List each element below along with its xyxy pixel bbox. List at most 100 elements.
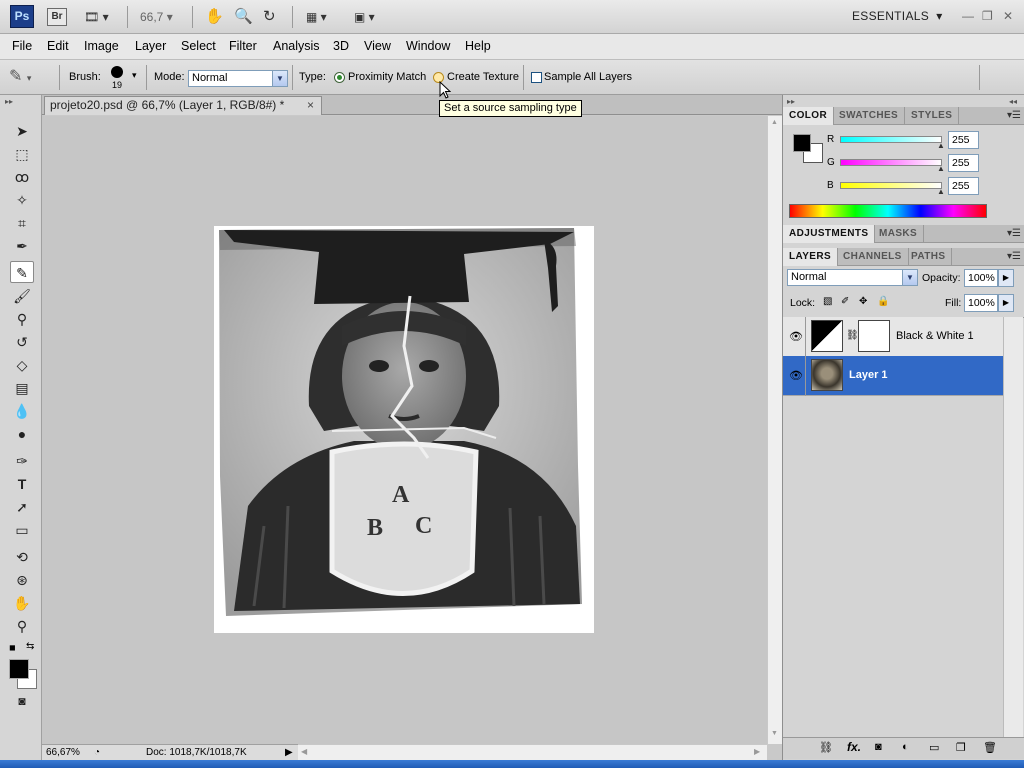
link-icon[interactable]: ⛓	[846, 330, 859, 341]
crop-tool-icon[interactable]: ⌗	[10, 212, 34, 234]
new-layer-icon[interactable]: ❐	[956, 741, 966, 754]
layer-mask-thumbnail[interactable]	[858, 320, 890, 352]
green-value-field[interactable]: 255	[948, 154, 979, 172]
visibility-eye-icon[interactable]: 👁	[789, 369, 803, 382]
status-info-icon[interactable]: ◔	[94, 745, 100, 760]
create-texture-label[interactable]: Create Texture	[447, 71, 519, 83]
adjustment-layer-icon[interactable]: ◐	[902, 741, 909, 753]
layers-scrollbar[interactable]	[1003, 317, 1023, 737]
brush-tool-icon[interactable]: 🖌	[10, 285, 34, 307]
quick-selection-tool-icon[interactable]: ✧	[10, 189, 34, 211]
mode-select[interactable]: Normal ▼	[188, 70, 288, 87]
layer-row-black-white[interactable]: 👁 ⛓ Black & White 1	[783, 317, 1003, 357]
marquee-tool-icon[interactable]: ⬚	[10, 143, 34, 165]
zoom-icon[interactable]: 🔍	[234, 8, 253, 26]
menu-layer[interactable]: Layer	[135, 39, 166, 53]
eraser-tool-icon[interactable]: ◇	[10, 354, 34, 376]
add-mask-icon[interactable]: ◙	[875, 741, 882, 753]
tab-adjustments[interactable]: ADJUSTMENTS	[783, 225, 876, 243]
color-ramp[interactable]	[789, 204, 987, 218]
tab-channels[interactable]: CHANNELS	[837, 248, 909, 266]
collapse-toolbar-icon[interactable]: ▸▸	[5, 97, 13, 106]
path-selection-tool-icon[interactable]: ➚	[10, 496, 34, 518]
move-tool-icon[interactable]: ➤	[10, 120, 34, 142]
gradient-tool-icon[interactable]: ▤	[10, 377, 34, 399]
3d-orbit-tool-icon[interactable]: ⊛	[10, 569, 34, 591]
tab-masks[interactable]: MASKS	[873, 225, 925, 243]
rotate-view-icon[interactable]: ↻	[263, 8, 276, 26]
eyedropper-tool-icon[interactable]: ✒	[10, 235, 34, 257]
vertical-scrollbar[interactable]: ▲ ▼	[767, 116, 782, 744]
layer-row-layer-1[interactable]: 👁 Layer 1	[783, 356, 1003, 396]
3d-rotate-tool-icon[interactable]: ⟲	[10, 546, 34, 568]
scroll-up-icon[interactable]: ▲	[771, 119, 778, 126]
visibility-eye-icon[interactable]: 👁	[789, 330, 803, 343]
blur-tool-icon[interactable]: 💧	[10, 400, 34, 422]
menu-view[interactable]: View	[364, 39, 391, 53]
zoom-tool-icon[interactable]: ⚲	[10, 615, 34, 637]
proximity-match-radio[interactable]	[334, 72, 345, 83]
menu-3d[interactable]: 3D	[333, 39, 349, 53]
brush-dropdown-arrow-icon[interactable]: ▾	[132, 70, 137, 81]
canvas-area[interactable]: A B C	[42, 116, 767, 744]
panel-menu-icon[interactable]: ▾☰	[1007, 251, 1021, 262]
red-slider[interactable]	[840, 136, 942, 143]
fx-icon[interactable]: fx.	[847, 740, 861, 754]
menu-analysis[interactable]: Analysis	[273, 39, 320, 53]
green-slider-handle-icon[interactable]: ▲	[937, 164, 945, 173]
menu-window[interactable]: Window	[406, 39, 450, 53]
menu-help[interactable]: Help	[465, 39, 491, 53]
type-tool-icon[interactable]: T	[10, 473, 34, 495]
foreground-color-swatch[interactable]	[9, 659, 29, 679]
blue-slider-handle-icon[interactable]: ▲	[937, 187, 945, 196]
red-slider-handle-icon[interactable]: ▲	[937, 141, 945, 150]
shape-tool-icon[interactable]: ▭	[10, 519, 34, 541]
panel-menu-icon[interactable]: ▾☰	[1007, 228, 1021, 239]
lasso-tool-icon[interactable]: ꝏ	[10, 166, 34, 188]
menu-image[interactable]: Image	[84, 39, 119, 53]
layer-name[interactable]: Layer 1	[849, 369, 888, 381]
spot-healing-brush-tool-icon[interactable]: ✎	[10, 261, 34, 283]
document-tab[interactable]: projeto20.psd @ 66,7% (Layer 1, RGB/8#) …	[44, 96, 322, 115]
lock-image-icon[interactable]: ✐	[841, 296, 849, 307]
sample-all-layers-label[interactable]: Sample All Layers	[544, 71, 632, 83]
green-slider[interactable]	[840, 159, 942, 166]
healing-brush-preset-icon[interactable]: ✎ ▾	[9, 66, 43, 88]
restore-icon[interactable]: ❐	[982, 9, 993, 23]
expand-panels-icon[interactable]: ◂◂	[1009, 97, 1017, 106]
dodge-tool-icon[interactable]: ●	[10, 423, 34, 445]
blue-slider[interactable]	[840, 182, 942, 189]
opacity-arrow-icon[interactable]: ▶	[998, 269, 1014, 287]
menu-file[interactable]: File	[12, 39, 32, 53]
horizontal-scrollbar[interactable]: ◀ ▶	[298, 744, 767, 760]
opacity-field[interactable]: 100%	[964, 269, 998, 287]
swap-colors-icon[interactable]: ⇆	[26, 641, 34, 652]
quick-mask-icon[interactable]: ◙	[10, 690, 34, 712]
layer-thumbnail[interactable]	[811, 359, 843, 391]
panel-menu-icon[interactable]: ▾☰	[1007, 110, 1021, 121]
status-menu-arrow-icon[interactable]: ▶	[285, 745, 293, 760]
close-document-icon[interactable]: ×	[307, 97, 314, 114]
blue-value-field[interactable]: 255	[948, 177, 979, 195]
zoom-level-dropdown[interactable]: 66,7 ▾	[140, 8, 173, 26]
scroll-right-icon[interactable]: ▶	[754, 747, 760, 756]
clone-stamp-tool-icon[interactable]: ⚲	[10, 308, 34, 330]
new-group-icon[interactable]: ▭	[929, 741, 939, 754]
lock-transparent-icon[interactable]: ▧	[823, 296, 832, 307]
zoom-percentage[interactable]: 66,67%	[46, 745, 80, 760]
blend-mode-select[interactable]: Normal ▼	[787, 269, 918, 286]
tab-color[interactable]: COLOR	[783, 107, 835, 125]
adjustment-layer-thumbnail[interactable]	[811, 320, 843, 352]
menu-filter[interactable]: Filter	[229, 39, 257, 53]
hand-icon[interactable]: ✋	[205, 8, 224, 26]
fill-arrow-icon[interactable]: ▶	[998, 294, 1014, 312]
tab-layers[interactable]: LAYERS	[783, 248, 839, 266]
history-brush-tool-icon[interactable]: ↺	[10, 331, 34, 353]
screen-mode-icon[interactable]: ▣ ▾	[354, 8, 375, 26]
scroll-down-icon[interactable]: ▼	[771, 730, 778, 737]
proximity-match-label[interactable]: Proximity Match	[348, 71, 426, 83]
document-image[interactable]: A B C	[214, 226, 594, 633]
red-value-field[interactable]: 255	[948, 131, 979, 149]
tab-swatches[interactable]: SWATCHES	[833, 107, 906, 125]
layer-name[interactable]: Black & White 1	[896, 330, 974, 342]
